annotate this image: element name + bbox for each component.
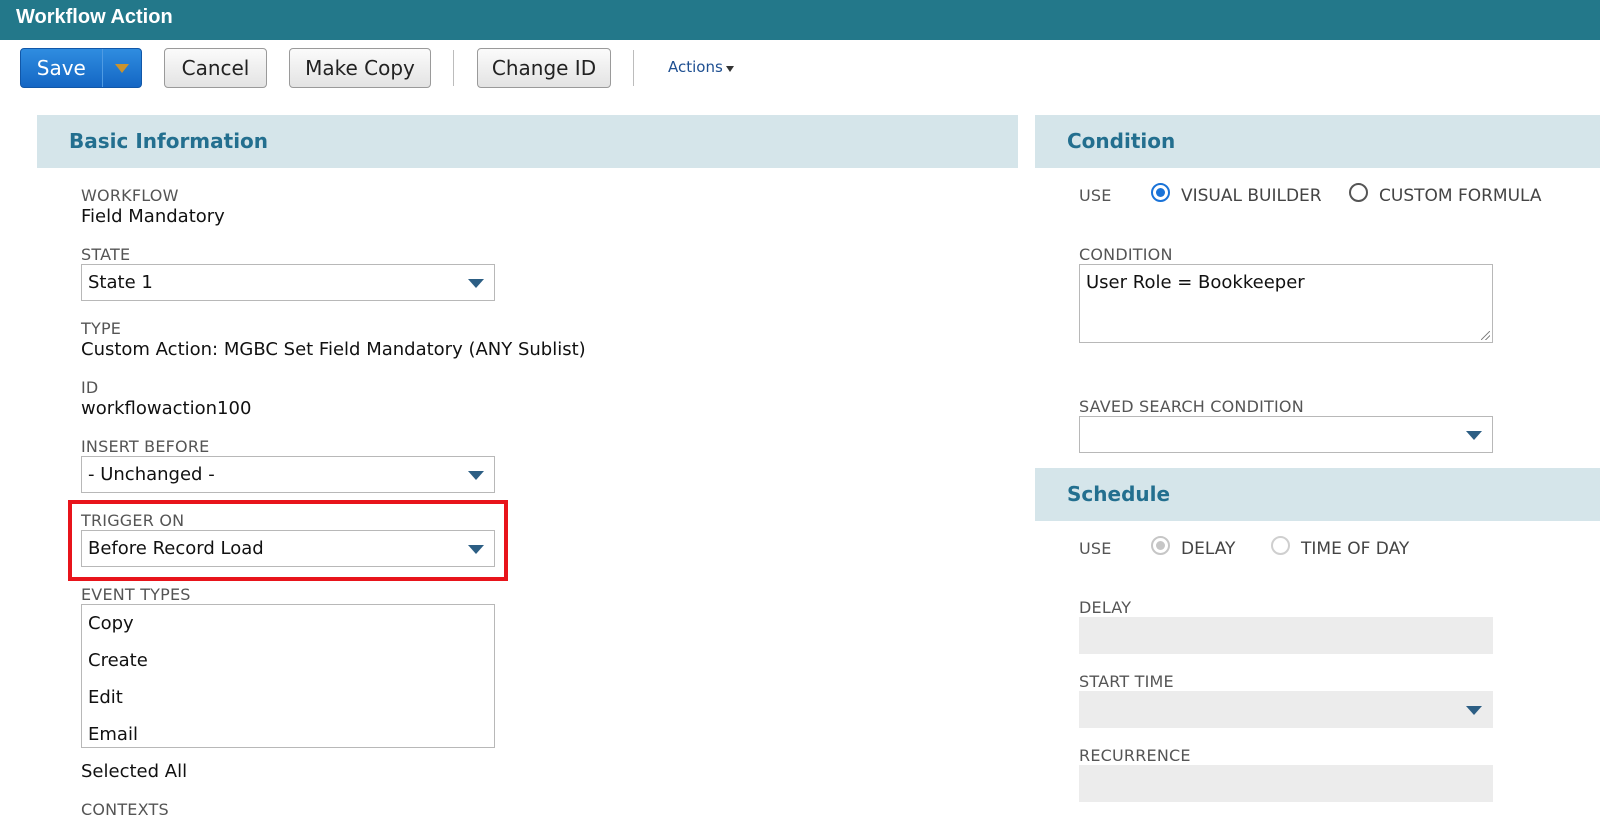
workflow-value[interactable]: Field Mandatory (81, 206, 225, 227)
triangle-down-icon (468, 471, 484, 480)
saved-search-condition-select[interactable] (1079, 416, 1493, 453)
condition-header[interactable]: Condition (1035, 115, 1600, 168)
recurrence-input[interactable] (1079, 765, 1493, 802)
custom-formula-label[interactable]: CUSTOM FORMULA (1379, 186, 1542, 206)
save-button-label: Save (36, 56, 86, 80)
title-bar: Workflow Action (0, 0, 1600, 40)
chevron-down-icon (114, 63, 129, 73)
event-types-listbox[interactable]: Copy Create Edit Email (81, 604, 495, 748)
start-time-label: START TIME (1079, 672, 1174, 691)
make-copy-button[interactable]: Make Copy (289, 48, 431, 88)
condition-use-label: USE (1079, 186, 1112, 205)
id-label: ID (81, 378, 99, 397)
triangle-down-icon (468, 545, 484, 554)
trigger-on-label: TRIGGER ON (81, 511, 185, 530)
delay-input[interactable] (1079, 617, 1493, 654)
section-title: Schedule (1067, 482, 1171, 506)
condition-textarea[interactable]: User Role = Bookkeeper (1079, 264, 1493, 343)
delay-option-label[interactable]: DELAY (1181, 539, 1235, 559)
condition-text: User Role = Bookkeeper (1086, 272, 1305, 293)
event-type-option[interactable]: Create (82, 642, 494, 679)
state-label: STATE (81, 245, 131, 264)
section-title: Basic Information (69, 129, 269, 153)
visual-builder-label[interactable]: VISUAL BUILDER (1181, 186, 1322, 206)
condition-label: CONDITION (1079, 245, 1173, 264)
event-type-option[interactable]: Edit (82, 679, 494, 716)
id-value: workflowaction100 (81, 398, 252, 419)
page-title: Workflow Action (16, 6, 173, 28)
toolbar-separator (453, 50, 454, 86)
section-title: Condition (1067, 129, 1176, 153)
trigger-on-select-value: Before Record Load (88, 538, 264, 559)
event-type-option[interactable]: Email (82, 716, 494, 747)
insert-before-select-value: - Unchanged - (88, 464, 215, 485)
selected-all-text: Selected All (81, 761, 188, 782)
basic-information-header[interactable]: Basic Information (37, 115, 1018, 168)
delay-radio[interactable] (1151, 536, 1170, 555)
event-type-option[interactable]: Copy (82, 605, 494, 642)
triangle-down-icon (468, 279, 484, 288)
contexts-label: CONTEXTS (81, 800, 169, 819)
workflow-label: WORKFLOW (81, 186, 179, 205)
caret-down-icon (725, 65, 734, 72)
insert-before-select[interactable]: - Unchanged - (81, 456, 495, 493)
actions-menu[interactable]: Actions (668, 58, 734, 76)
trigger-on-select[interactable]: Before Record Load (81, 530, 495, 567)
visual-builder-radio[interactable] (1151, 183, 1170, 202)
resize-grip-icon[interactable] (1481, 331, 1490, 340)
event-types-label: EVENT TYPES (81, 585, 191, 604)
schedule-header[interactable]: Schedule (1035, 468, 1600, 521)
save-button[interactable]: Save (20, 48, 142, 88)
cancel-button[interactable]: Cancel (164, 48, 267, 88)
time-of-day-label[interactable]: TIME OF DAY (1301, 539, 1409, 559)
state-select[interactable]: State 1 (81, 264, 495, 301)
save-dropdown-toggle[interactable] (101, 49, 141, 87)
actions-label: Actions (668, 58, 723, 76)
recurrence-label: RECURRENCE (1079, 746, 1191, 765)
saved-search-condition-label: SAVED SEARCH CONDITION (1079, 397, 1304, 416)
change-id-button[interactable]: Change ID (477, 48, 611, 88)
custom-formula-radio[interactable] (1349, 183, 1368, 202)
delay-label: DELAY (1079, 598, 1132, 617)
schedule-use-label: USE (1079, 539, 1112, 558)
triangle-down-icon (1466, 431, 1482, 440)
start-time-select[interactable] (1079, 691, 1493, 728)
insert-before-label: INSERT BEFORE (81, 437, 210, 456)
toolbar-separator (633, 50, 634, 86)
type-label: TYPE (81, 319, 122, 338)
type-value: Custom Action: MGBC Set Field Mandatory … (81, 339, 586, 360)
triangle-down-icon (1466, 706, 1482, 715)
state-select-value: State 1 (88, 272, 153, 293)
time-of-day-radio[interactable] (1271, 536, 1290, 555)
